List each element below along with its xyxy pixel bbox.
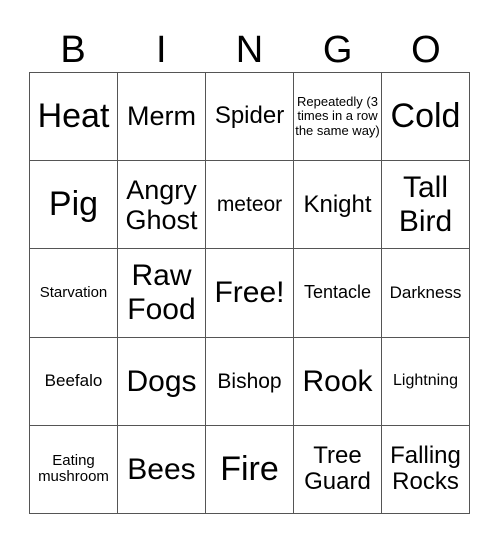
cell-label: Repeatedly (3 times in a row the same wa…: [295, 94, 380, 138]
cell-label: Bees: [127, 452, 196, 486]
bingo-cell[interactable]: Cold: [382, 73, 470, 162]
cell-label: meteor: [216, 193, 283, 217]
bingo-cell[interactable]: Raw Food: [118, 249, 206, 338]
cell-label: Falling Rocks: [390, 441, 461, 496]
bingo-cell[interactable]: Tentacle: [294, 249, 382, 338]
cell-label: Dogs: [126, 364, 197, 398]
cell-label: Beefalo: [44, 370, 103, 390]
header-letter-b: B: [60, 29, 86, 71]
bingo-cell[interactable]: Merm: [118, 73, 206, 162]
bingo-cell[interactable]: Starvation: [30, 249, 118, 338]
cell-label: Starvation: [39, 283, 108, 301]
header-letter-g: G: [322, 29, 353, 71]
header-letter-i: I: [156, 29, 167, 71]
bingo-cell[interactable]: Fire: [206, 425, 294, 514]
bingo-cell[interactable]: Tree Guard: [294, 425, 382, 514]
cell-label: Tree Guard: [304, 441, 371, 496]
cell-label: Pig: [48, 185, 99, 224]
cell-label: Knight: [303, 190, 372, 218]
bingo-cell[interactable]: Spider: [206, 73, 294, 162]
bingo-cell[interactable]: Eating mushroom: [30, 425, 118, 514]
cell-label: Heat: [37, 97, 110, 136]
bingo-cell[interactable]: Pig: [30, 161, 118, 250]
cell-label: Tentacle: [303, 282, 372, 303]
bingo-cell[interactable]: Falling Rocks: [382, 425, 470, 514]
header-letter-o: O: [411, 29, 441, 71]
bingo-cell[interactable]: Heat: [30, 73, 118, 162]
cell-label: Tall Bird: [398, 171, 453, 238]
cell-label: Darkness: [389, 282, 462, 302]
cell-label: Raw Food: [127, 259, 196, 326]
bingo-cell[interactable]: Lightning: [382, 337, 470, 426]
cell-label: Merm: [127, 101, 196, 132]
free-space-cell[interactable]: Free!: [206, 249, 294, 338]
cell-label: Lightning: [393, 372, 458, 390]
bingo-cell[interactable]: Bees: [118, 425, 206, 514]
bingo-header: B I N G O: [29, 28, 471, 72]
bingo-grid: Heat Merm Spider Repeatedly (3 times in …: [29, 72, 470, 514]
bingo-cell[interactable]: Dogs: [118, 337, 206, 426]
bingo-cell[interactable]: meteor: [206, 161, 294, 250]
bingo-cell[interactable]: Rook: [294, 337, 382, 426]
bingo-cell[interactable]: Bishop: [206, 337, 294, 426]
bingo-cell[interactable]: Tall Bird: [382, 161, 470, 250]
bingo-cell[interactable]: Beefalo: [30, 337, 118, 426]
bingo-cell[interactable]: Darkness: [382, 249, 470, 338]
bingo-cell[interactable]: Knight: [294, 161, 382, 250]
cell-label: Fire: [220, 449, 279, 488]
cell-label: Rook: [302, 364, 373, 398]
cell-label: Bishop: [217, 369, 282, 393]
cell-label: Free!: [214, 276, 285, 310]
cell-label: Angry Ghost: [125, 174, 198, 235]
cell-label: Spider: [214, 102, 285, 130]
cell-label: Eating mushroom: [38, 451, 109, 486]
cell-label: Cold: [390, 97, 461, 136]
bingo-cell[interactable]: Angry Ghost: [118, 161, 206, 250]
bingo-cell[interactable]: Repeatedly (3 times in a row the same wa…: [294, 73, 382, 162]
header-letter-n: N: [235, 29, 264, 71]
